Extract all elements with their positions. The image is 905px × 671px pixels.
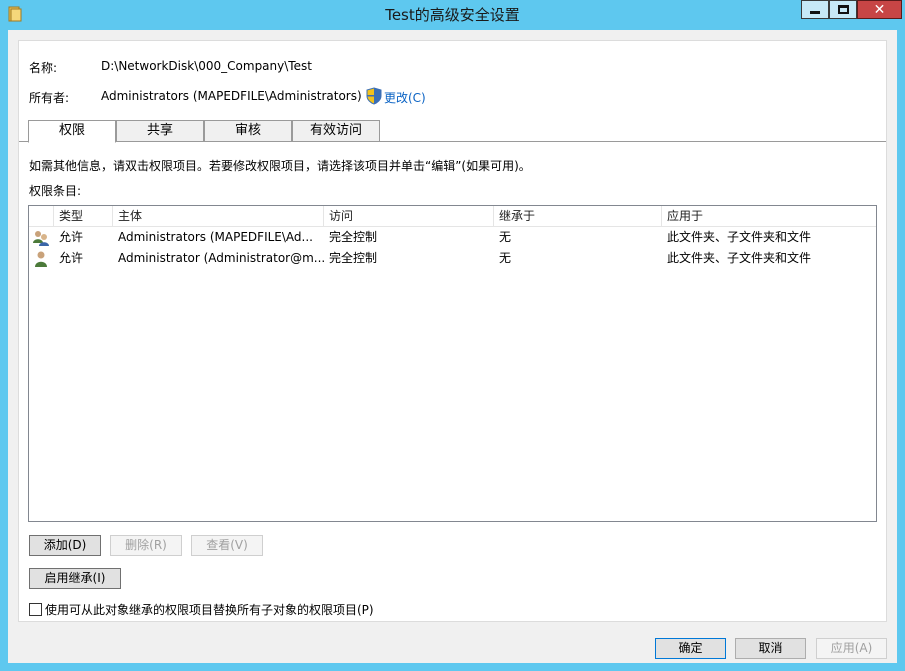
cell-inherited-from: 无 [499,251,512,265]
close-icon: ✕ [873,1,886,18]
minimize-icon [810,11,820,14]
table-row[interactable]: 允许 Administrator (Administrator@m... 完全控… [29,248,876,269]
instructions-text: 如需其他信息，请双击权限项目。若要修改权限项目，请选择该项目并单击“编辑”(如果… [29,159,531,173]
main-panel: 名称: D:\NetworkDisk\000_Company\Test 所有者:… [18,40,887,622]
dialog-client-area: 名称: D:\NetworkDisk\000_Company\Test 所有者:… [8,30,897,663]
cell-access: 完全控制 [329,251,378,265]
column-header-applies-to[interactable]: 应用于 [662,206,876,227]
owner-value: Administrators (MAPEDFILE\Administrators… [101,89,362,103]
column-header-access[interactable]: 访问 [324,206,494,227]
minimize-button[interactable] [801,0,829,19]
apply-button[interactable]: 应用(A) [816,638,887,659]
change-owner-link[interactable]: 更改(C) [384,89,426,106]
entries-label: 权限条目: [29,184,82,198]
tab-sharing[interactable]: 共享 [116,120,204,142]
replace-child-permissions-label[interactable]: 使用可从此对象继承的权限项目替换所有子对象的权限项目(P) [45,601,374,618]
enable-inheritance-button[interactable]: 启用继承(I) [29,568,121,589]
column-header-type[interactable]: 类型 [54,206,113,227]
column-header-principal[interactable]: 主体 [113,206,324,227]
column-header-inherited-from[interactable]: 继承于 [494,206,662,227]
title-bar[interactable]: Test的高级安全设置 ✕ [0,0,905,30]
cell-type: 允许 [59,230,84,244]
owner-label: 所有者: [29,91,70,105]
cell-inherited-from: 无 [499,230,512,244]
cell-applies-to: 此文件夹、子文件夹和文件 [667,230,812,244]
cancel-button[interactable]: 取消 [735,638,806,659]
close-button[interactable]: ✕ [857,0,902,19]
view-button[interactable]: 查看(V) [191,535,263,556]
name-value: D:\NetworkDisk\000_Company\Test [101,59,312,73]
tab-effective-access[interactable]: 有效访问 [292,120,380,142]
user-group-icon [33,231,49,246]
name-label: 名称: [29,61,58,75]
list-header: 类型 主体 访问 继承于 应用于 [29,206,876,227]
column-header-icon [29,206,54,227]
cell-access: 完全控制 [329,230,378,244]
uac-shield-icon [366,87,382,105]
cell-applies-to: 此文件夹、子文件夹和文件 [667,251,812,265]
maximize-icon [837,5,849,14]
replace-child-permissions-checkbox[interactable] [29,603,42,616]
user-icon [35,251,47,267]
maximize-button[interactable] [829,0,857,19]
add-button[interactable]: 添加(D) [29,535,101,556]
ok-button[interactable]: 确定 [655,638,726,659]
cell-principal: Administrator (Administrator@m... [118,251,324,265]
cell-type: 允许 [59,251,84,265]
remove-button[interactable]: 删除(R) [110,535,182,556]
permission-entries-list[interactable]: 类型 主体 访问 继承于 应用于 允许 Administrators (MAPE… [28,205,877,522]
tab-permissions[interactable]: 权限 [28,120,116,143]
window-title: Test的高级安全设置 [385,6,520,24]
table-row[interactable]: 允许 Administrators (MAPEDFILE\Ad... 完全控制 … [29,227,876,248]
tab-auditing[interactable]: 审核 [204,120,292,142]
tab-divider [19,141,886,142]
cell-principal: Administrators (MAPEDFILE\Ad... [118,230,313,244]
